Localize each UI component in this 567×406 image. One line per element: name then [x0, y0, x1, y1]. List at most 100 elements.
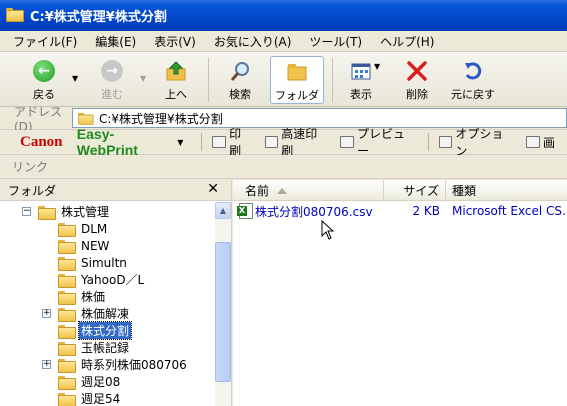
folder-pane-scrollbar[interactable]: ▲	[215, 202, 231, 406]
folder-open-icon	[58, 324, 76, 339]
tree-item-new[interactable]: NEW	[58, 237, 111, 254]
preview-label: プレビュー	[356, 127, 405, 158]
window-title: C:¥株式管理¥株式分割	[30, 10, 167, 25]
tree-item-label: 玉帳記録	[81, 341, 130, 355]
options-icon	[438, 136, 453, 148]
tree-item-kabushiki-bunkatsu[interactable]: 株式分割	[58, 321, 133, 340]
views-label: 表示	[350, 88, 372, 101]
column-type-label: 種類	[452, 184, 477, 198]
tree-item-label: 株価	[81, 290, 106, 304]
file-row[interactable]: 株式分割080706.csv 2 KB Microsoft Excel CS..…	[233, 202, 567, 220]
tree-item-kabushiki-kanri[interactable]: − 株式管理	[22, 203, 111, 220]
folder-icon	[58, 341, 76, 356]
folder-icon	[6, 8, 24, 23]
tree-item-label: YahooD／L	[81, 273, 145, 287]
delete-label: 削除	[406, 88, 428, 101]
tree-item-kabuka[interactable]: 株価	[58, 288, 107, 305]
partial-button[interactable]: 画	[526, 134, 555, 151]
links-bar: リンク	[0, 155, 567, 179]
links-label[interactable]: リンク	[12, 158, 48, 175]
tree-item-dlm[interactable]: DLM	[58, 220, 109, 237]
canon-logo: Canon	[20, 133, 63, 150]
back-dropdown-icon[interactable]: ▼	[72, 74, 78, 83]
folder-pane-title: フォルダ	[8, 183, 57, 198]
delete-button[interactable]: 削除	[398, 56, 436, 104]
folder-icon	[58, 239, 76, 254]
folder-icon	[58, 392, 76, 406]
undo-button[interactable]: 元に戻す	[448, 56, 498, 104]
file-list: 名前 サイズ 種類 株式分割080706.csv 2 KB Microsoft …	[233, 180, 567, 406]
printer-icon	[212, 136, 227, 148]
easy-webprint-dropdown-icon[interactable]: ▼	[177, 138, 183, 147]
toolbar-separator	[201, 133, 203, 151]
printer-icon	[264, 136, 279, 148]
tree-item-label: 株価解凍	[81, 307, 130, 321]
undo-label: 元に戻す	[451, 88, 495, 101]
expand-icon[interactable]: +	[42, 309, 51, 318]
menu-file[interactable]: ファイル(F)	[4, 33, 86, 50]
forward-dropdown-icon[interactable]: ▼	[140, 74, 146, 83]
print-button[interactable]: 印刷	[212, 125, 252, 159]
views-dropdown-icon[interactable]: ▼	[374, 62, 380, 71]
scroll-up-button[interactable]: ▲	[215, 202, 231, 219]
folder-icon	[58, 375, 76, 390]
column-type[interactable]: 種類	[446, 180, 567, 201]
file-type: Microsoft Excel CS...	[452, 204, 567, 218]
tree-item-label: 時系列株価080706	[81, 358, 187, 372]
tree-item-simultn[interactable]: Simultn	[58, 254, 129, 271]
back-label: 戻る	[33, 88, 55, 101]
sort-ascending-icon	[277, 187, 288, 194]
folder-icon	[38, 205, 56, 220]
hq-print-button[interactable]: 高速印刷	[264, 125, 329, 159]
collapse-icon[interactable]: −	[22, 207, 31, 216]
search-label: 検索	[229, 88, 251, 101]
column-name-label: 名前	[245, 184, 270, 198]
file-name-cell: 株式分割080706.csv	[233, 203, 384, 220]
tree-item-shuashi-08[interactable]: 週足08	[58, 373, 122, 390]
forward-button[interactable]: → 進む	[92, 56, 132, 104]
close-icon[interactable]: ✕	[207, 181, 219, 197]
folder-icon	[285, 60, 309, 84]
folder-icon	[58, 222, 76, 237]
folder-up-icon	[164, 59, 188, 83]
easy-webprint-menu[interactable]: Easy-WebPrint	[77, 126, 173, 158]
folders-button[interactable]: フォルダ	[270, 56, 324, 104]
folders-label: フォルダ	[275, 89, 319, 102]
scroll-thumb[interactable]	[215, 242, 231, 382]
column-size[interactable]: サイズ	[384, 180, 446, 201]
tree-item-label: DLM	[81, 221, 108, 236]
excel-csv-icon	[237, 203, 253, 219]
toolbar: ← 戻る ▼ → 進む ▼ 上へ 検索 フォルダ 表示 ▼ 削除 元に戻す	[0, 52, 567, 107]
menu-bar: ファイル(F) 編集(E) 表示(V) お気に入り(A) ツール(T) ヘルプ(…	[0, 31, 567, 52]
expand-icon[interactable]: +	[42, 360, 51, 369]
column-name[interactable]: 名前	[233, 180, 384, 201]
tree-item-label: 株式管理	[61, 205, 110, 219]
search-button[interactable]: 検索	[220, 56, 260, 104]
options-button[interactable]: オプション	[438, 125, 514, 159]
title-bar: C:¥株式管理¥株式分割	[0, 0, 567, 31]
tree-item-jikeiretsu-kabuka[interactable]: + 時系列株価080706	[42, 356, 189, 373]
folder-pane: フォルダ ✕ − 株式管理 DLM NEW Simultn YahooD／L 株…	[0, 180, 232, 406]
preview-button[interactable]: プレビュー	[340, 125, 415, 159]
tree-item-yahoodl[interactable]: YahooD／L	[58, 271, 146, 288]
file-list-header: 名前 サイズ 種類	[233, 180, 567, 201]
toolbar-separator	[427, 133, 429, 151]
tree-item-shuashi-54[interactable]: 週足54	[58, 390, 122, 406]
delete-x-icon	[405, 59, 429, 83]
menu-help[interactable]: ヘルプ(H)	[371, 33, 443, 50]
print-label: 印刷	[229, 127, 242, 158]
address-label: アドレス(D)	[14, 104, 63, 134]
menu-view[interactable]: 表示(V)	[145, 33, 205, 50]
menu-edit[interactable]: 編集(E)	[86, 33, 145, 50]
toolbar-separator	[332, 58, 333, 102]
tree-item-gyokucho-kiroku[interactable]: 玉帳記録	[58, 339, 131, 356]
up-button[interactable]: 上へ	[158, 56, 194, 104]
file-name: 株式分割080706.csv	[255, 204, 373, 219]
menu-tools[interactable]: ツール(T)	[300, 33, 371, 50]
undo-icon	[461, 59, 485, 83]
tree-item-kabuka-kaito[interactable]: + 株価解凍	[42, 305, 131, 322]
back-button[interactable]: ← 戻る	[22, 56, 66, 104]
file-size: 2 KB	[412, 204, 440, 218]
menu-favorites[interactable]: お気に入り(A)	[205, 33, 301, 50]
forward-label: 進む	[101, 88, 123, 101]
